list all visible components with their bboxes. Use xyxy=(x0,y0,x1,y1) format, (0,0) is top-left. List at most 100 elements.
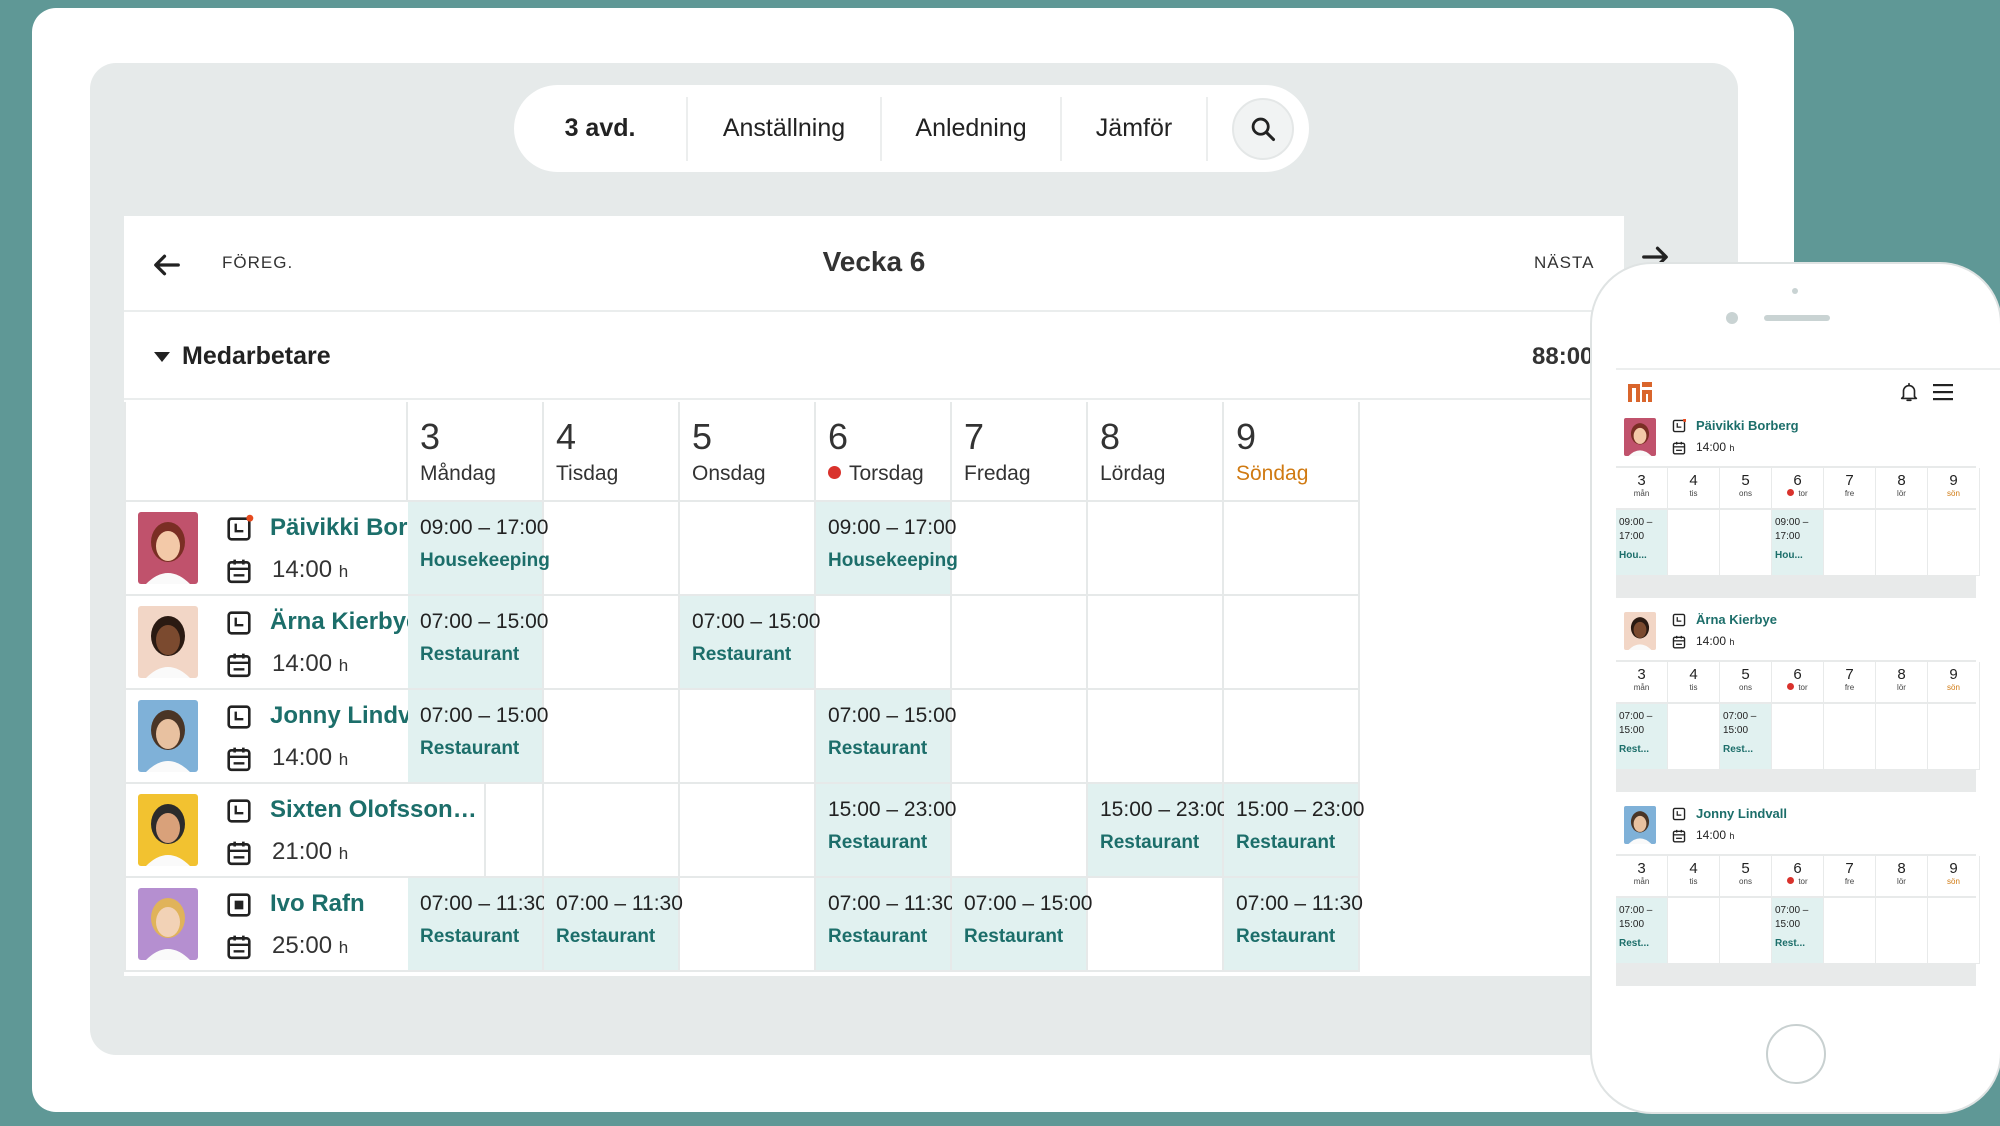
empty-day-cell[interactable] xyxy=(952,502,1088,596)
shift-cell[interactable]: 07:00 – 15:00 Restaurant xyxy=(952,878,1092,972)
empty-day-cell[interactable] xyxy=(1824,704,1876,770)
empty-day-cell[interactable] xyxy=(1720,898,1772,964)
calendar-icon[interactable] xyxy=(226,934,252,960)
bell-icon[interactable] xyxy=(1898,380,1920,404)
empty-day-cell[interactable] xyxy=(1088,596,1224,690)
timesheet-icon[interactable] xyxy=(226,514,254,542)
shift-cell[interactable]: 07:00 – 15:00 Restaurant xyxy=(680,596,820,690)
empty-day-cell[interactable] xyxy=(680,878,816,972)
shift-cell[interactable]: 15:00 – 23:00 Restaurant xyxy=(816,784,956,878)
shift-cell[interactable]: 07:00 – 11:30 Restaurant xyxy=(816,878,955,972)
next-week-link[interactable]: NÄSTA xyxy=(1534,253,1594,273)
day-header: 4 Tisdag xyxy=(544,402,680,502)
empty-day-cell[interactable] xyxy=(1088,502,1224,596)
mobile-day: 6 tor xyxy=(1772,662,1824,704)
empty-day-cell[interactable] xyxy=(1668,510,1720,576)
empty-day-cell[interactable] xyxy=(544,596,680,690)
employee-name[interactable]: Ärna Kierbye xyxy=(270,608,419,636)
filter-compare[interactable]: Jämför xyxy=(1062,96,1208,161)
day-name: ons xyxy=(1720,877,1771,886)
empty-day-cell[interactable] xyxy=(544,690,680,784)
search-button[interactable] xyxy=(1232,97,1294,160)
employees-section-header[interactable]: Medarbetare 88:00 xyxy=(124,312,1624,400)
timesheet-icon[interactable] xyxy=(226,704,252,730)
shift-cell[interactable]: 07:00 – 15:00 Restaurant xyxy=(816,690,956,784)
empty-day-cell[interactable] xyxy=(1668,704,1720,770)
empty-day-cell[interactable] xyxy=(1928,898,1980,964)
calendar-icon[interactable] xyxy=(226,558,252,584)
empty-day-cell[interactable] xyxy=(952,690,1088,784)
empty-day-cell[interactable] xyxy=(1876,704,1928,770)
shift-cell[interactable]: 09:00 – 17:00 Housekeeping xyxy=(816,502,958,596)
timesheet-icon[interactable] xyxy=(226,610,252,636)
day-name-text: tis xyxy=(1689,489,1698,498)
calendar-icon[interactable] xyxy=(1672,441,1686,455)
day-name-text: mån xyxy=(1633,683,1650,692)
empty-day-cell[interactable] xyxy=(544,502,680,596)
calendar-icon[interactable] xyxy=(1672,635,1686,649)
shift-cell[interactable]: 07:00 – 15:00 Rest... xyxy=(1616,704,1668,770)
calendar-icon[interactable] xyxy=(226,840,252,866)
empty-day-cell[interactable] xyxy=(1720,510,1772,576)
empty-day-cell[interactable] xyxy=(1088,690,1224,784)
empty-day-cell[interactable] xyxy=(1928,704,1980,770)
shift-cell[interactable]: 07:00 – 15:00 Rest... xyxy=(1772,898,1824,964)
filter-departments[interactable]: 3 avd. xyxy=(514,96,688,161)
empty-day-cell[interactable] xyxy=(1824,510,1876,576)
empty-day-cell[interactable] xyxy=(680,690,816,784)
day-name: Fredag xyxy=(964,462,1031,485)
timesheet-icon[interactable] xyxy=(1672,613,1686,627)
shift-cell[interactable]: 09:00 – 17:00 Hou... xyxy=(1616,510,1668,576)
shift-cell[interactable]: 15:00 – 23:00 Restaurant xyxy=(1088,784,1228,878)
employee-name[interactable]: Ivo Rafn xyxy=(270,890,365,918)
empty-day-cell[interactable] xyxy=(1876,898,1928,964)
empty-day-cell[interactable] xyxy=(1224,690,1360,784)
empty-day-cell[interactable] xyxy=(408,784,544,878)
shift-cell[interactable]: 15:00 – 23:00 Restaurant xyxy=(1224,784,1364,878)
empty-day-cell[interactable] xyxy=(1824,898,1876,964)
shift-cell[interactable]: 07:00 – 11:30 Restaurant xyxy=(408,878,547,972)
shift-cell[interactable]: 07:00 – 15:00 Restaurant xyxy=(408,596,548,690)
employee-name[interactable]: Ärna Kierbye xyxy=(1696,612,1777,627)
empty-day-cell[interactable] xyxy=(1928,510,1980,576)
caret-down-icon[interactable] xyxy=(154,352,170,362)
shift-cell[interactable]: 07:00 – 15:00 Rest... xyxy=(1720,704,1772,770)
empty-day-cell[interactable] xyxy=(1224,596,1360,690)
employee-name[interactable]: Päivikki Borberg xyxy=(1696,418,1799,433)
shift-cell[interactable]: 07:00 – 11:30 Restaurant xyxy=(544,878,683,972)
filter-employment[interactable]: Anställning xyxy=(688,96,882,161)
empty-day-cell[interactable] xyxy=(952,784,1088,878)
filter-reason[interactable]: Anledning xyxy=(882,96,1062,161)
shift-cell[interactable]: 07:00 – 15:00 Rest... xyxy=(1616,898,1668,964)
mobile-shift-row: 07:00 – 15:00 Rest... 07:00 – 15:00 Rest... xyxy=(1616,704,1980,770)
empty-day-cell[interactable] xyxy=(1772,704,1824,770)
shift-cell[interactable]: 07:00 – 15:00 Restaurant xyxy=(408,690,548,784)
empty-day-cell[interactable] xyxy=(1668,898,1720,964)
empty-day-cell[interactable] xyxy=(680,502,816,596)
calendar-icon[interactable] xyxy=(226,652,252,678)
shift-cell[interactable]: 09:00 – 17:00 Hou... xyxy=(1772,510,1824,576)
calendar-icon[interactable] xyxy=(1672,829,1686,843)
timesheet-icon[interactable] xyxy=(226,892,252,918)
timesheet-icon[interactable] xyxy=(1672,807,1686,821)
shift-cell[interactable]: 07:00 – 11:30 Restaurant xyxy=(1224,878,1363,972)
employee-name[interactable]: Jonny Lindvall xyxy=(1696,806,1787,821)
empty-day-cell[interactable] xyxy=(544,784,680,878)
day-number: 4 xyxy=(556,416,577,457)
day-number: 6 xyxy=(1793,860,1802,877)
shift-cell[interactable]: 09:00 – 17:00 Housekeeping xyxy=(408,502,550,596)
empty-day-cell[interactable] xyxy=(952,596,1088,690)
calendar-icon[interactable] xyxy=(226,746,252,772)
shift-time: 15:00 – 23:00 xyxy=(1100,798,1229,821)
employee-hours-value: 14:00 xyxy=(1696,634,1727,648)
holiday-dot xyxy=(1787,489,1795,496)
empty-day-cell[interactable] xyxy=(1224,502,1360,596)
timesheet-icon[interactable] xyxy=(226,798,252,824)
empty-day-cell[interactable] xyxy=(816,596,952,690)
timesheet-icon[interactable] xyxy=(1672,419,1686,433)
hamburger-menu-icon[interactable] xyxy=(1932,382,1954,402)
day-name: tor xyxy=(1772,489,1823,498)
empty-day-cell[interactable] xyxy=(1088,878,1224,972)
empty-day-cell[interactable] xyxy=(680,784,816,878)
empty-day-cell[interactable] xyxy=(1876,510,1928,576)
